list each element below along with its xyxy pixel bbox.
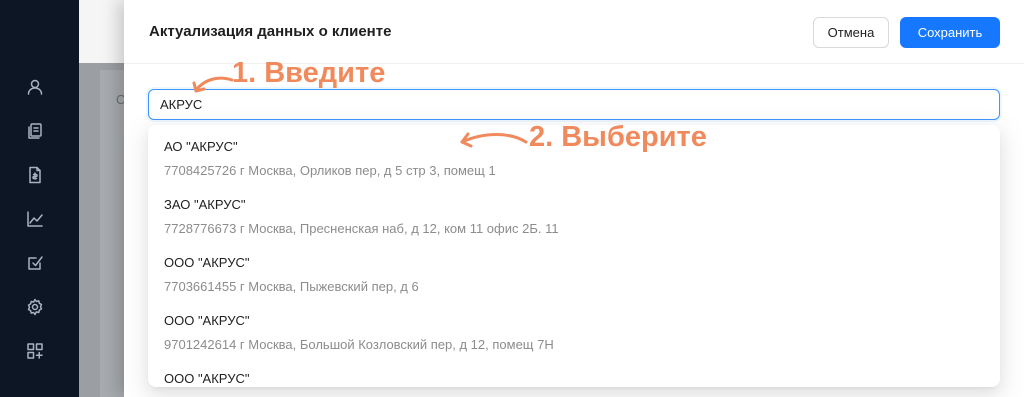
option-address: 9701242614 г Москва, Большой Козловский … (164, 337, 554, 352)
option-name: ООО "АКРУС" (164, 313, 250, 328)
option-address: 7708425726 г Москва, Орликов пер, д 5 ст… (164, 163, 496, 178)
chart-line-icon[interactable] (26, 210, 44, 228)
drawer-title: Актуализация данных о клиенте (149, 23, 392, 40)
option-name: ЗАО "АКРУС" (164, 197, 246, 212)
suggestion-option[interactable]: ЗАО "АКРУС" 7728776673 г Москва, Преснен… (148, 183, 1000, 241)
annotation-arrow-2 (460, 132, 528, 148)
option-name: ООО "АКРУС" (164, 371, 250, 386)
user-icon[interactable] (26, 78, 44, 96)
client-update-drawer: Актуализация данных о клиенте Отмена Сох… (124, 0, 1024, 397)
gear-icon[interactable] (26, 298, 44, 316)
cancel-button[interactable]: Отмена (813, 17, 889, 48)
drawer-header: Актуализация данных о клиенте Отмена Сох… (124, 0, 1024, 64)
edit-checkbox-icon[interactable] (26, 254, 44, 272)
option-name: ООО "АКРУС" (164, 255, 250, 270)
search-input-value: АКРУС (160, 97, 203, 112)
app-sidebar (0, 0, 79, 397)
annotation-arrow-1 (192, 76, 234, 93)
annotation-step1: 1. Введите (232, 57, 386, 89)
file-money-icon[interactable] (26, 166, 44, 184)
suggestion-option[interactable]: ООО "АКРУС" 9701242614 г Москва, Большой… (148, 299, 1000, 357)
grid-add-icon[interactable] (26, 342, 44, 360)
suggestions-dropdown: АО "АКРУС" 7708425726 г Москва, Орликов … (148, 125, 1000, 387)
documents-icon[interactable] (26, 122, 44, 140)
option-address: 7728776673 г Москва, Пресненская наб, д … (164, 221, 559, 236)
client-search-input[interactable]: АКРУС (148, 89, 1000, 120)
option-address: 7703661455 г Москва, Пыжевский пер, д 6 (164, 279, 419, 294)
suggestion-option[interactable]: ООО "АКРУС" (148, 357, 1000, 387)
suggestion-option[interactable]: ООО "АКРУС" 7703661455 г Москва, Пыжевск… (148, 241, 1000, 299)
option-name: АО "АКРУС" (164, 139, 238, 154)
background-card (100, 70, 124, 397)
save-button[interactable]: Сохранить (900, 17, 1000, 48)
annotation-step2: 2. Выберите (529, 121, 707, 153)
